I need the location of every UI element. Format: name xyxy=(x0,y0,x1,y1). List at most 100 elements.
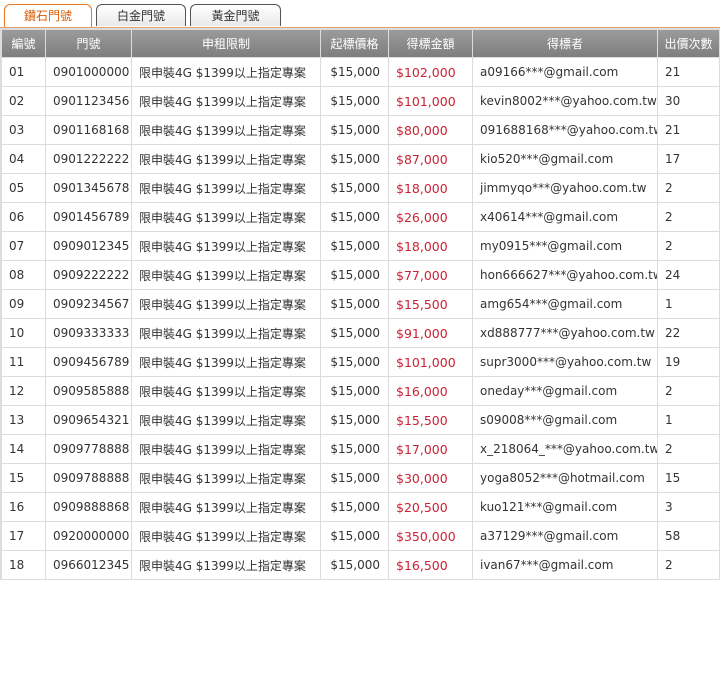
column-header-winner: 得標者 xyxy=(473,30,657,57)
start-price: $15,000 xyxy=(321,377,388,405)
winner: x_218064_***@yahoo.com.tw xyxy=(473,435,657,463)
restriction: 限申裝4G $1399以上指定專案 xyxy=(132,116,320,144)
phone-number: 0966012345 xyxy=(46,551,131,579)
restriction: 限申裝4G $1399以上指定專案 xyxy=(132,87,320,115)
phone-number: 0909456789 xyxy=(46,348,131,376)
start-price: $15,000 xyxy=(321,232,388,260)
start-price: $15,000 xyxy=(321,261,388,289)
restriction: 限申裝4G $1399以上指定專案 xyxy=(132,377,320,405)
phone-number: 0909222222 xyxy=(46,261,131,289)
start-price: $15,000 xyxy=(321,145,388,173)
table-row: 08 0909222222 限申裝4G $1399以上指定專案 $15,000 $77,… xyxy=(2,261,719,289)
winner: my0915***@gmail.com xyxy=(473,232,657,260)
row-no: 12 xyxy=(2,377,45,405)
column-header-winning-bid: 得標金額 xyxy=(389,30,472,57)
bid-count: 58 xyxy=(658,522,719,550)
restriction: 限申裝4G $1399以上指定專案 xyxy=(132,493,320,521)
tab-diamond-numbers[interactable]: 鑽石門號 xyxy=(4,4,92,28)
table-row: 01 0901000000 限申裝4G $1399以上指定專案 $15,000 $102… xyxy=(2,58,719,86)
start-price: $15,000 xyxy=(321,522,388,550)
phone-number: 0901000000 xyxy=(46,58,131,86)
table-row: 17 0920000000 限申裝4G $1399以上指定專案 $15,000 $350… xyxy=(2,522,719,550)
column-header-number: 門號 xyxy=(46,30,131,57)
bid-count: 15 xyxy=(658,464,719,492)
winning-bid: $18,000 xyxy=(389,174,472,202)
table-row: 18 0966012345 限申裝4G $1399以上指定專案 $15,000 $16,… xyxy=(2,551,719,579)
table-row: 13 0909654321 限申裝4G $1399以上指定專案 $15,000 $15,… xyxy=(2,406,719,434)
table-row: 06 0901456789 限申裝4G $1399以上指定專案 $15,000 $26,… xyxy=(2,203,719,231)
phone-number: 0909012345 xyxy=(46,232,131,260)
winner: a37129***@gmail.com xyxy=(473,522,657,550)
row-no: 15 xyxy=(2,464,45,492)
winning-bid: $16,500 xyxy=(389,551,472,579)
restriction: 限申裝4G $1399以上指定專案 xyxy=(132,174,320,202)
column-header-no: 編號 xyxy=(2,30,45,57)
phone-number: 0901123456 xyxy=(46,87,131,115)
winning-bid: $101,000 xyxy=(389,348,472,376)
row-no: 09 xyxy=(2,290,45,318)
row-no: 04 xyxy=(2,145,45,173)
phone-number: 0920000000 xyxy=(46,522,131,550)
table-row: 15 0909788888 限申裝4G $1399以上指定專案 $15,000 $30,… xyxy=(2,464,719,492)
restriction: 限申裝4G $1399以上指定專案 xyxy=(132,58,320,86)
winner: amg654***@gmail.com xyxy=(473,290,657,318)
winning-bid: $15,500 xyxy=(389,406,472,434)
bid-count: 19 xyxy=(658,348,719,376)
bid-count: 1 xyxy=(658,406,719,434)
restriction: 限申裝4G $1399以上指定專案 xyxy=(132,522,320,550)
tab-bar: 鑽石門號 白金門號 黃金門號 xyxy=(0,0,720,28)
bid-count: 2 xyxy=(658,551,719,579)
restriction: 限申裝4G $1399以上指定專案 xyxy=(132,145,320,173)
bid-count: 24 xyxy=(658,261,719,289)
restriction: 限申裝4G $1399以上指定專案 xyxy=(132,435,320,463)
table-row: 14 0909778888 限申裝4G $1399以上指定專案 $15,000 $17,… xyxy=(2,435,719,463)
row-no: 07 xyxy=(2,232,45,260)
phone-number: 0909654321 xyxy=(46,406,131,434)
row-no: 18 xyxy=(2,551,45,579)
start-price: $15,000 xyxy=(321,290,388,318)
winning-bid: $350,000 xyxy=(389,522,472,550)
phone-number: 0901222222 xyxy=(46,145,131,173)
winning-bid: $91,000 xyxy=(389,319,472,347)
start-price: $15,000 xyxy=(321,203,388,231)
column-header-restriction: 申租限制 xyxy=(132,30,320,57)
bid-count: 2 xyxy=(658,377,719,405)
winner: xd888777***@yahoo.com.tw xyxy=(473,319,657,347)
table-row: 11 0909456789 限申裝4G $1399以上指定專案 $15,000 $101… xyxy=(2,348,719,376)
table-row: 09 0909234567 限申裝4G $1399以上指定專案 $15,000 $15,… xyxy=(2,290,719,318)
winner: a09166***@gmail.com xyxy=(473,58,657,86)
row-no: 13 xyxy=(2,406,45,434)
auction-results-table-container: 編號 門號 申租限制 起標價格 得標金額 得標者 出價次數 01 09010000… xyxy=(0,28,720,580)
phone-number: 0909585888 xyxy=(46,377,131,405)
winner: supr3000***@yahoo.com.tw xyxy=(473,348,657,376)
table-row: 12 0909585888 限申裝4G $1399以上指定專案 $15,000 $16,… xyxy=(2,377,719,405)
row-no: 10 xyxy=(2,319,45,347)
bid-count: 21 xyxy=(658,116,719,144)
bid-count: 17 xyxy=(658,145,719,173)
bid-count: 1 xyxy=(658,290,719,318)
row-no: 05 xyxy=(2,174,45,202)
winner: kevin8002***@yahoo.com.tw xyxy=(473,87,657,115)
row-no: 06 xyxy=(2,203,45,231)
start-price: $15,000 xyxy=(321,493,388,521)
auction-results-table: 編號 門號 申租限制 起標價格 得標金額 得標者 出價次數 01 09010000… xyxy=(1,29,720,580)
table-row: 03 0901168168 限申裝4G $1399以上指定專案 $15,000 $80,… xyxy=(2,116,719,144)
row-no: 02 xyxy=(2,87,45,115)
tab-gold-numbers[interactable]: 黃金門號 xyxy=(190,4,281,26)
winner: oneday***@gmail.com xyxy=(473,377,657,405)
table-row: 10 0909333333 限申裝4G $1399以上指定專案 $15,000 $91,… xyxy=(2,319,719,347)
winner: yoga8052***@hotmail.com xyxy=(473,464,657,492)
bid-count: 2 xyxy=(658,203,719,231)
phone-number: 0909234567 xyxy=(46,290,131,318)
bid-count: 22 xyxy=(658,319,719,347)
table-row: 16 0909888868 限申裝4G $1399以上指定專案 $15,000 $20,… xyxy=(2,493,719,521)
winning-bid: $102,000 xyxy=(389,58,472,86)
restriction: 限申裝4G $1399以上指定專案 xyxy=(132,261,320,289)
tab-platinum-numbers[interactable]: 白金門號 xyxy=(96,4,186,26)
table-row: 02 0901123456 限申裝4G $1399以上指定專案 $15,000 $101… xyxy=(2,87,719,115)
restriction: 限申裝4G $1399以上指定專案 xyxy=(132,406,320,434)
table-row: 05 0901345678 限申裝4G $1399以上指定專案 $15,000 $18,… xyxy=(2,174,719,202)
start-price: $15,000 xyxy=(321,58,388,86)
winner: kuo121***@gmail.com xyxy=(473,493,657,521)
restriction: 限申裝4G $1399以上指定專案 xyxy=(132,348,320,376)
